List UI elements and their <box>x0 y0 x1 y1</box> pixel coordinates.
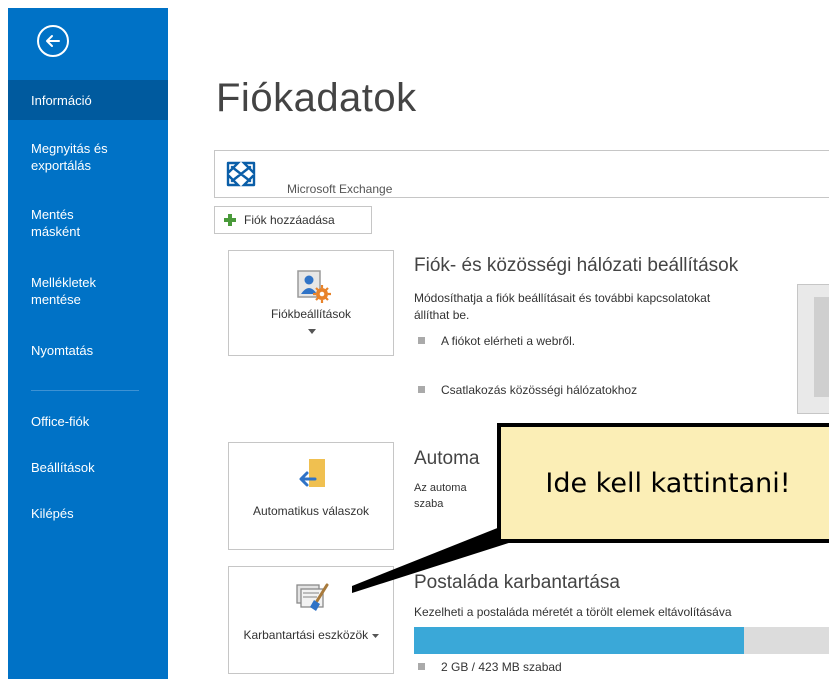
automatic-replies-description-line: szaba <box>414 498 444 510</box>
plus-icon <box>224 214 236 226</box>
nav-separator <box>31 390 139 391</box>
bullet-text[interactable]: Csatlakozás közösségi hálózatokhoz <box>441 383 637 397</box>
nav-item-nyomtatas[interactable]: Nyomtatás <box>8 342 168 359</box>
account-name: Microsoft Exchange <box>287 182 393 196</box>
automatic-replies-button[interactable]: Automatikus válaszok <box>228 442 394 550</box>
automatic-replies-description-line: Az automa <box>414 482 467 494</box>
bullet-item: Csatlakozás közösségi hálózatokhoz <box>418 383 637 397</box>
mailbox-quota-fill <box>414 627 744 654</box>
back-arrow-icon <box>46 35 60 47</box>
bullet-icon <box>418 337 425 344</box>
nav-item-label: Megnyitás és exportálás <box>31 141 108 173</box>
nav-item-office-fiok[interactable]: Office-fiók <box>8 413 168 430</box>
nav-item-label: Információ <box>31 93 92 108</box>
mailbox-cleanup-title: Postaláda karbantartása <box>414 572 620 593</box>
bullet-icon <box>418 663 425 670</box>
exchange-icon <box>225 160 257 188</box>
add-account-button[interactable]: Fiók hozzáadása <box>214 206 372 234</box>
nav-item-label: Mentés másként <box>31 207 81 239</box>
nav-item-megnyitas[interactable]: Megnyitás és exportálás <box>8 140 133 174</box>
cleanup-tools-icon <box>296 583 329 611</box>
account-settings-description: Módosíthatja a fiók beállításait és tová… <box>414 291 711 322</box>
automatic-replies-icon <box>299 459 325 487</box>
automatic-replies-title: Automa <box>414 448 480 469</box>
cleanup-tools-label-text: Karbantartási eszközök <box>243 628 369 642</box>
bullet-item: A fiókot elérheti a webről. <box>418 334 575 348</box>
nav-item-label: Beállítások <box>31 460 95 475</box>
social-network-image <box>814 297 829 397</box>
mailbox-quota-bar <box>414 627 829 654</box>
bullet-item: 2 GB / 423 MB szabad <box>418 660 562 674</box>
nav-item-informacio[interactable]: Információ <box>8 80 168 120</box>
nav-item-label: Kilépés <box>31 506 74 521</box>
account-settings-label: Fiókbeállítások <box>270 307 352 321</box>
automatic-replies-description: Az automa szaba <box>414 480 467 512</box>
nav-item-label: Mellékletek mentése <box>31 275 97 307</box>
nav-item-mentes-maskent[interactable]: Mentés másként <box>8 206 103 240</box>
automatic-replies-label: Automatikus válaszok <box>252 504 370 518</box>
mailbox-cleanup-description: Kezelheti a postaláda méretét a törölt e… <box>414 605 732 619</box>
quota-text: 2 GB / 423 MB szabad <box>441 660 562 674</box>
account-settings-icon <box>297 270 331 303</box>
social-network-panel <box>797 284 829 414</box>
bullet-icon <box>418 386 425 393</box>
account-selector[interactable]: Microsoft Exchange <box>214 150 829 198</box>
cleanup-tools-button[interactable]: Karbantartási eszközök <box>228 566 394 674</box>
cleanup-tools-label: Karbantartási eszközök <box>229 627 393 644</box>
account-settings-title: Fiók- és közösségi hálózati beállítások <box>414 255 739 276</box>
dropdown-arrow-icon <box>308 329 316 334</box>
callout-text: Ide kell kattintani! <box>545 467 791 499</box>
bullet-text[interactable]: A fiókot elérheti a webről. <box>441 334 575 348</box>
backstage-sidebar: Információ Megnyitás és exportálás Menté… <box>8 8 168 679</box>
nav-item-label: Nyomtatás <box>31 343 94 358</box>
add-account-label: Fiók hozzáadása <box>244 213 335 227</box>
nav-item-label: Office-fiók <box>31 414 90 429</box>
nav-item-mellekletek-mentese[interactable]: Mellékletek mentése <box>8 274 123 308</box>
nav-item-beallitasok[interactable]: Beállítások <box>8 459 168 476</box>
callout-box: Ide kell kattintani! <box>497 423 829 543</box>
page-title: Fiókadatok <box>216 76 417 120</box>
account-settings-button[interactable]: Fiókbeállítások <box>228 250 394 356</box>
nav-item-kilepes[interactable]: Kilépés <box>8 505 168 522</box>
dropdown-arrow-icon <box>371 633 379 638</box>
back-button[interactable] <box>37 25 69 57</box>
